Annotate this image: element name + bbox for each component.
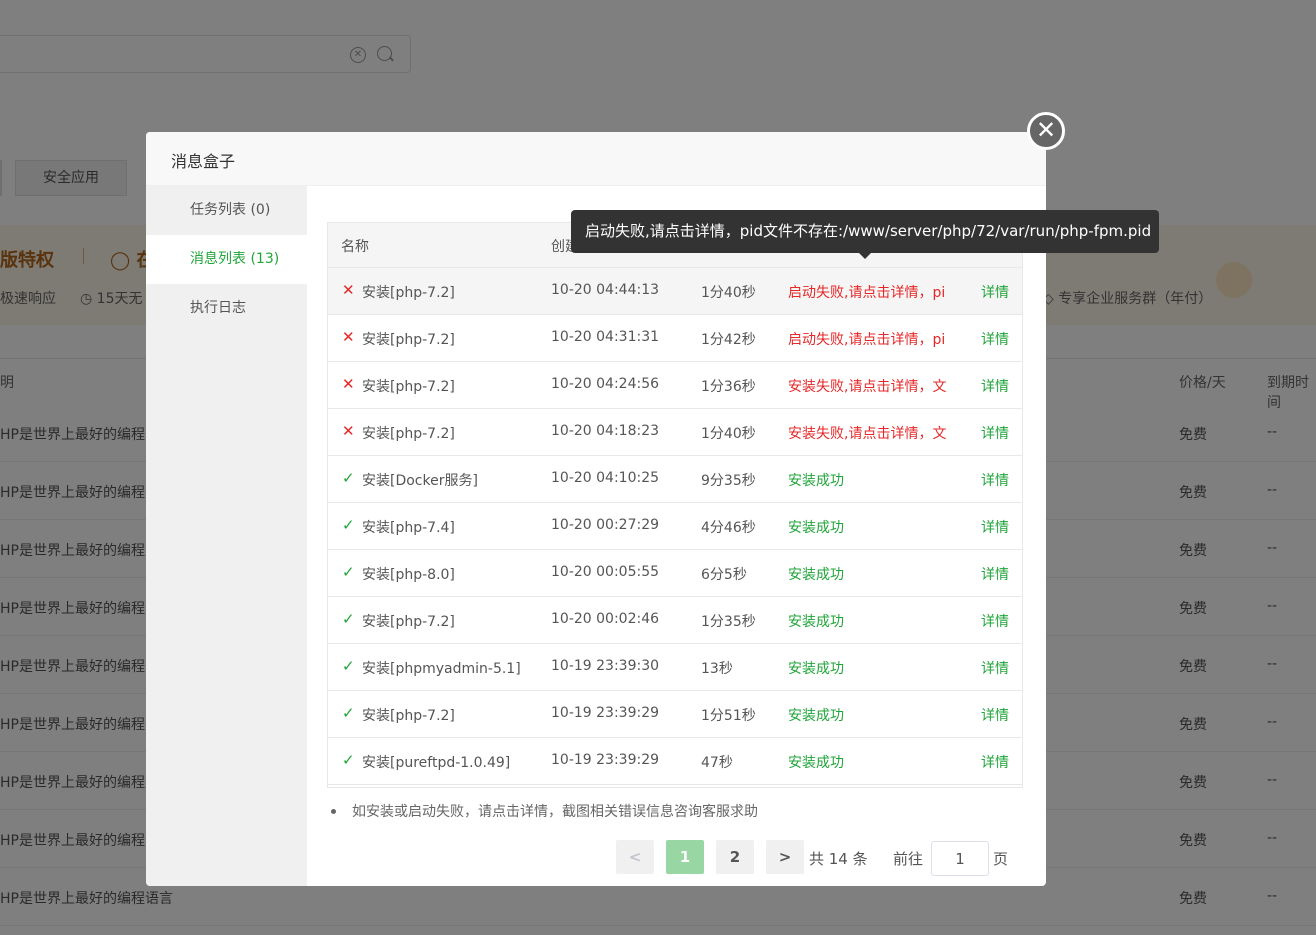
created-time: 10-19 23:39:29 xyxy=(551,752,660,768)
table-row: ✓ 安装[pureftpd-1.0.49] 10-19 23:39:29 47秒 安装成… xyxy=(328,738,1022,785)
sidebar-item-message-list[interactable]: 消息列表 (13) xyxy=(146,235,307,284)
success-check-icon: ✓ xyxy=(342,704,355,722)
error-x-icon: ✕ xyxy=(342,375,355,393)
table-row: ✓ 安装[php-8.0] 10-20 00:05:55 6分5秒 安装成功 详情 xyxy=(328,550,1022,597)
detail-link[interactable]: 详情 xyxy=(981,564,1009,584)
created-time: 10-20 04:18:23 xyxy=(551,423,660,439)
success-check-icon: ✓ xyxy=(342,610,355,628)
detail-link[interactable]: 详情 xyxy=(981,658,1009,678)
status-text[interactable]: 启动失败,请点击详情，pi xyxy=(788,329,953,349)
status-text: 安装成功 xyxy=(788,708,844,724)
status-text: 安装成功 xyxy=(788,520,844,536)
dialog-title: 消息盒子 xyxy=(171,152,236,171)
duration: 6分5秒 xyxy=(701,567,747,583)
error-x-icon: ✕ xyxy=(342,281,355,299)
page-2-button[interactable]: 2 xyxy=(716,840,754,874)
page-suffix: 页 xyxy=(993,850,1009,868)
task-name: 安装[php-7.2] xyxy=(362,614,455,630)
task-name: 安装[phpmyadmin-5.1] xyxy=(362,661,521,677)
duration: 1分35秒 xyxy=(701,614,756,630)
status-text[interactable]: 安装失败,请点击详情，文 xyxy=(788,423,953,443)
detail-link[interactable]: 详情 xyxy=(981,470,1009,490)
chevron-left-icon: < xyxy=(628,848,642,866)
status-text[interactable]: 安装失败,请点击详情，文 xyxy=(788,376,953,396)
table-row: ✓ 安装[php-7.2] 10-19 23:39:29 1分51秒 安装成功 详情 xyxy=(328,691,1022,738)
next-page-button[interactable]: > xyxy=(766,840,804,874)
table-row: ✓ 安装[php-7.4] 10-20 00:27:29 4分46秒 安装成功 详情 xyxy=(328,503,1022,550)
status-tooltip: 启动失败,请点击详情，pid文件不存在:/www/server/php/72/v… xyxy=(571,210,1159,259)
task-name: 安装[php-7.2] xyxy=(362,379,455,395)
created-time: 10-19 23:39:30 xyxy=(551,658,660,674)
page-1-button[interactable]: 1 xyxy=(666,840,704,874)
message-table: 名称 创建 ✕ 安装[php-7.2] 10-20 04:44:13 1分40秒 启动失… xyxy=(327,222,1023,788)
dialog-sidebar: 任务列表 (0) 消息列表 (13) 执行日志 xyxy=(146,186,307,886)
status-text[interactable]: 启动失败,请点击详情，pi xyxy=(788,282,953,302)
duration: 13秒 xyxy=(701,661,733,677)
help-note: 如安装或启动失败，请点击详情，截图相关错误信息咨询客服求助 xyxy=(331,801,758,821)
goto-page-input[interactable] xyxy=(931,841,989,876)
task-name: 安装[php-7.4] xyxy=(362,520,455,536)
duration: 1分40秒 xyxy=(701,285,756,301)
table-row: ✓ 安装[Docker服务] 10-20 04:10:25 9分35秒 安装成功 详情 xyxy=(328,456,1022,503)
status-text: 安装成功 xyxy=(788,614,844,630)
header-name: 名称 xyxy=(341,239,369,255)
dialog-header: 消息盒子 xyxy=(146,132,1046,186)
detail-link[interactable]: 详情 xyxy=(981,329,1009,349)
success-check-icon: ✓ xyxy=(342,516,355,534)
created-time: 10-20 04:31:31 xyxy=(551,329,660,345)
created-time: 10-20 04:10:25 xyxy=(551,470,660,486)
success-check-icon: ✓ xyxy=(342,469,355,487)
table-row: ✕ 安装[php-7.2] 10-20 04:18:23 1分40秒 安装失败,请点击详… xyxy=(328,409,1022,456)
task-name: 安装[php-7.2] xyxy=(362,285,455,301)
detail-link[interactable]: 详情 xyxy=(981,376,1009,396)
error-x-icon: ✕ xyxy=(342,328,355,346)
detail-link[interactable]: 详情 xyxy=(981,705,1009,725)
detail-link[interactable]: 详情 xyxy=(981,752,1009,772)
goto-label: 前往 xyxy=(893,850,924,868)
prev-page-button[interactable]: < xyxy=(616,840,654,874)
task-name: 安装[php-7.2] xyxy=(362,426,455,442)
sidebar-item-exec-log[interactable]: 执行日志 xyxy=(146,284,307,333)
total-count: 共 14 条 xyxy=(809,850,868,868)
task-name: 安装[pureftpd-1.0.49] xyxy=(362,755,511,771)
error-x-icon: ✕ xyxy=(342,422,355,440)
detail-link[interactable]: 详情 xyxy=(981,517,1009,537)
detail-link[interactable]: 详情 xyxy=(981,282,1009,302)
success-check-icon: ✓ xyxy=(342,657,355,675)
created-time: 10-20 04:44:13 xyxy=(551,282,660,298)
duration: 47秒 xyxy=(701,755,733,771)
status-text: 安装成功 xyxy=(788,567,844,583)
detail-link[interactable]: 详情 xyxy=(981,423,1009,443)
table-row: ✕ 安装[php-7.2] 10-20 04:31:31 1分42秒 启动失败,请点击详… xyxy=(328,315,1022,362)
duration: 4分46秒 xyxy=(701,520,756,536)
table-row: ✕ 安装[php-7.2] 10-20 04:24:56 1分36秒 安装失败,请点击详… xyxy=(328,362,1022,409)
duration: 1分40秒 xyxy=(701,426,756,442)
duration: 9分35秒 xyxy=(701,473,756,489)
table-row: ✕ 安装[php-7.2] 10-20 04:44:13 1分40秒 启动失败,请点击详… xyxy=(328,268,1022,315)
table-row: ✓ 安装[phpmyadmin-5.1] 10-19 23:39:30 13秒 安装成功… xyxy=(328,644,1022,691)
success-check-icon: ✓ xyxy=(342,563,355,581)
created-time: 10-20 04:24:56 xyxy=(551,376,660,392)
close-icon: ✕ xyxy=(1035,116,1057,144)
detail-link[interactable]: 详情 xyxy=(981,611,1009,631)
duration: 1分42秒 xyxy=(701,332,756,348)
created-time: 10-19 23:39:29 xyxy=(551,705,660,721)
chevron-right-icon: > xyxy=(778,848,792,866)
status-text: 安装成功 xyxy=(788,473,844,489)
table-row: ✓ 安装[php-7.2] 10-20 00:02:46 1分35秒 安装成功 详情 xyxy=(328,597,1022,644)
task-name: 安装[php-7.2] xyxy=(362,332,455,348)
status-text: 安装成功 xyxy=(788,755,844,771)
created-time: 10-20 00:27:29 xyxy=(551,517,660,533)
duration: 1分51秒 xyxy=(701,708,756,724)
task-name: 安装[Docker服务] xyxy=(362,473,478,489)
close-button[interactable]: ✕ xyxy=(1027,112,1065,150)
created-time: 10-20 00:05:55 xyxy=(551,564,660,580)
sidebar-item-task-list[interactable]: 任务列表 (0) xyxy=(146,186,307,235)
task-name: 安装[php-7.2] xyxy=(362,708,455,724)
success-check-icon: ✓ xyxy=(342,751,355,769)
status-text: 安装成功 xyxy=(788,661,844,677)
duration: 1分36秒 xyxy=(701,379,756,395)
task-name: 安装[php-8.0] xyxy=(362,567,455,583)
created-time: 10-20 00:02:46 xyxy=(551,611,660,627)
